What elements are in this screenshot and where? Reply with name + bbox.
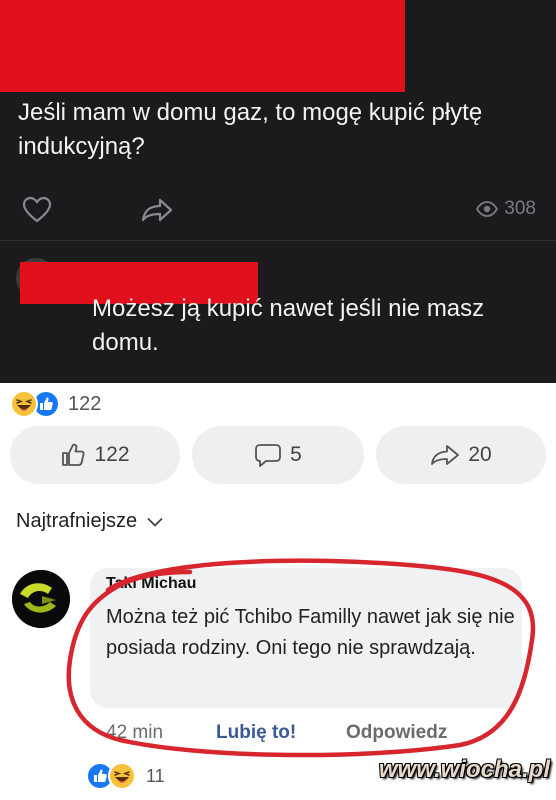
comment-button[interactable]: 5 xyxy=(192,426,364,484)
reaction-summary[interactable]: 122 xyxy=(10,390,101,418)
sort-label: Najtrafniejsze xyxy=(16,510,138,532)
comment-text: Można też pić Tchibo Familly nawet jak s… xyxy=(106,606,515,659)
reaction-count: 122 xyxy=(68,392,102,415)
post-divider xyxy=(0,240,556,241)
watermark: www.wiocha.pl xyxy=(378,756,550,783)
like-count: 122 xyxy=(94,443,130,466)
comment-like-link[interactable]: Lubię to! xyxy=(216,722,296,744)
like-button[interactable]: 122 xyxy=(10,426,180,484)
share-button[interactable]: 20 xyxy=(376,426,546,484)
comment-reply-link[interactable]: Odpowiedz xyxy=(346,722,447,744)
share-arrow-icon[interactable] xyxy=(140,197,174,223)
haha-reaction-icon xyxy=(108,762,136,790)
comment-author[interactable]: Taki Michau xyxy=(106,575,196,593)
share-count: 20 xyxy=(468,443,492,466)
comment-bubble-icon xyxy=(255,444,282,467)
post-question-text: Jeśli mam w domu gaz, to mogę kupić płyt… xyxy=(18,99,483,160)
heart-icon[interactable] xyxy=(22,196,52,224)
comment-count: 5 xyxy=(290,443,302,466)
comment-sort-dropdown[interactable]: Najtrafniejsze xyxy=(16,510,163,533)
post-action-row xyxy=(0,196,556,224)
view-count: 308 xyxy=(504,198,536,219)
thumbs-up-icon xyxy=(62,443,85,466)
eye-icon xyxy=(476,201,499,217)
comment-reaction-count: 11 xyxy=(146,765,165,786)
comment-time: 42 min xyxy=(106,722,164,743)
forum-post-screenshot: Jeśli mam w domu gaz, to mogę kupić płyt… xyxy=(0,0,556,383)
reply-text: Możesz ją kupić nawet jeśli nie masz dom… xyxy=(92,295,485,356)
view-counter: 308 xyxy=(476,196,536,222)
comment-reaction-summary[interactable]: 11 xyxy=(86,762,165,790)
chevron-down-icon xyxy=(147,517,163,527)
share-icon xyxy=(431,445,460,465)
redaction-bar-top xyxy=(0,0,405,92)
commenter-avatar[interactable] xyxy=(12,570,70,628)
haha-reaction-icon xyxy=(10,390,38,418)
